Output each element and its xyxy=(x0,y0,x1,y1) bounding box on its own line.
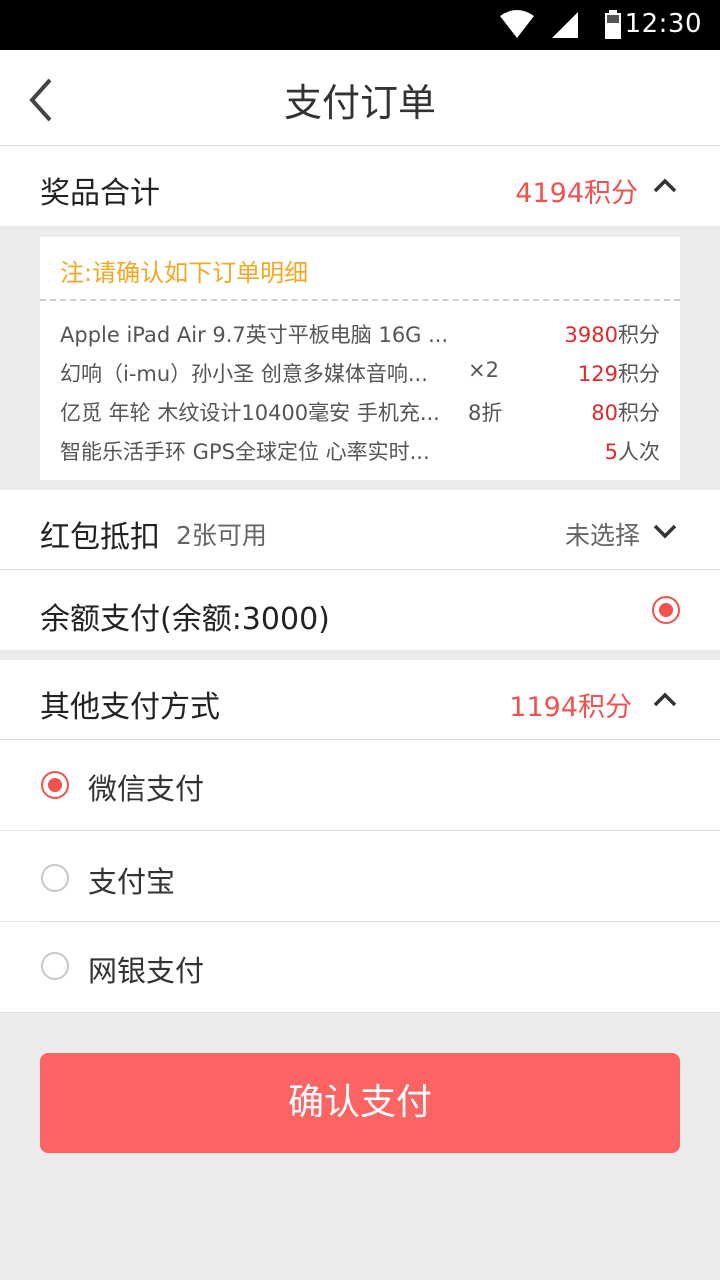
item-name: 亿觅 年轮 木纹设计10400毫安 手机充... xyxy=(60,401,440,425)
prize-total-row[interactable]: 奖品合计 4194积分 xyxy=(0,146,720,226)
red-packet-label: 红包抵扣 xyxy=(40,520,160,555)
confirm-pay-button[interactable]: 确认支付 xyxy=(40,1053,680,1153)
item-amount-number: 80 xyxy=(591,401,618,425)
battery-icon xyxy=(604,10,622,44)
wechat-pay-label: 微信支付 xyxy=(88,772,205,806)
item-amount-unit: 积分 xyxy=(618,362,660,386)
prize-total-label: 奖品合计 xyxy=(40,176,160,211)
item-amount-number: 3980 xyxy=(564,323,618,347)
item-amount-number: 5 xyxy=(604,440,618,464)
red-packet-status: 未选择 xyxy=(564,521,640,550)
item-amount: 5人次 xyxy=(605,436,660,466)
list-item: 幻响（i-mu）孙小圣 创意多媒体音响... ×2 129积分 xyxy=(60,354,660,388)
balance-pay-row[interactable]: 余额支付(余额:3000) xyxy=(0,570,720,650)
item-amount: 80积分 xyxy=(591,397,660,427)
item-amount-unit: 积分 xyxy=(618,323,660,347)
item-qty: 8折 xyxy=(468,401,503,425)
divider xyxy=(0,1012,720,1013)
status-bar: 12:30 xyxy=(0,0,720,50)
list-item: 智能乐活手环 GPS全球定位 心率实时... 5人次 xyxy=(60,432,660,466)
wifi-icon xyxy=(500,10,534,44)
prize-total-value: 4194积分 xyxy=(515,178,638,209)
item-qty: ×2 xyxy=(468,358,499,382)
payment-method-wechat[interactable]: 微信支付 xyxy=(0,740,720,830)
item-amount: 129积分 xyxy=(578,358,660,388)
item-amount-number: 129 xyxy=(577,362,618,386)
bank-pay-radio[interactable] xyxy=(41,952,69,980)
other-payment-label: 其他支付方式 xyxy=(40,690,220,725)
balance-pay-label: 余额支付(余额:3000) xyxy=(40,602,330,637)
wechat-pay-radio[interactable] xyxy=(41,771,69,799)
payment-method-bank[interactable]: 网银支付 xyxy=(0,922,720,1012)
list-item: 亿觅 年轮 木纹设计10400毫安 手机充... 8折 80积分 xyxy=(60,393,660,427)
alipay-radio[interactable] xyxy=(41,864,69,892)
balance-pay-radio[interactable] xyxy=(652,596,680,624)
item-name: 智能乐活手环 GPS全球定位 心率实时... xyxy=(60,440,430,464)
list-item: Apple iPad Air 9.7英寸平板电脑 16G ... 3980积分 xyxy=(60,315,660,349)
other-payment-value: 1194积分 xyxy=(509,692,632,723)
item-amount-unit: 人次 xyxy=(618,440,660,464)
item-name: Apple iPad Air 9.7英寸平板电脑 16G ... xyxy=(60,323,449,347)
other-payment-row[interactable]: 其他支付方式 1194积分 xyxy=(0,660,720,740)
bank-pay-label: 网银支付 xyxy=(88,954,205,988)
chevron-up-icon[interactable] xyxy=(650,171,680,201)
red-packet-row[interactable]: 红包抵扣 2张可用 未选择 xyxy=(0,490,720,570)
signal-icon xyxy=(552,10,580,44)
red-packet-available: 2张可用 xyxy=(176,521,267,550)
clock-time: 12:30 xyxy=(624,9,702,39)
dashed-divider xyxy=(40,299,680,301)
payment-method-alipay[interactable]: 支付宝 xyxy=(0,831,720,921)
order-note: 注:请确认如下订单明细 xyxy=(60,259,309,287)
top-app-bar: 支付订单 xyxy=(0,50,720,146)
alipay-label: 支付宝 xyxy=(88,865,176,899)
order-summary-card: 注:请确认如下订单明细 Apple iPad Air 9.7英寸平板电脑 16G… xyxy=(40,237,680,480)
chevron-down-icon[interactable] xyxy=(650,516,680,546)
item-name: 幻响（i-mu）孙小圣 创意多媒体音响... xyxy=(60,362,428,386)
page-title: 支付订单 xyxy=(283,81,436,125)
item-amount-unit: 积分 xyxy=(618,401,660,425)
chevron-up-icon[interactable] xyxy=(650,685,680,715)
item-amount: 3980积分 xyxy=(565,319,660,349)
